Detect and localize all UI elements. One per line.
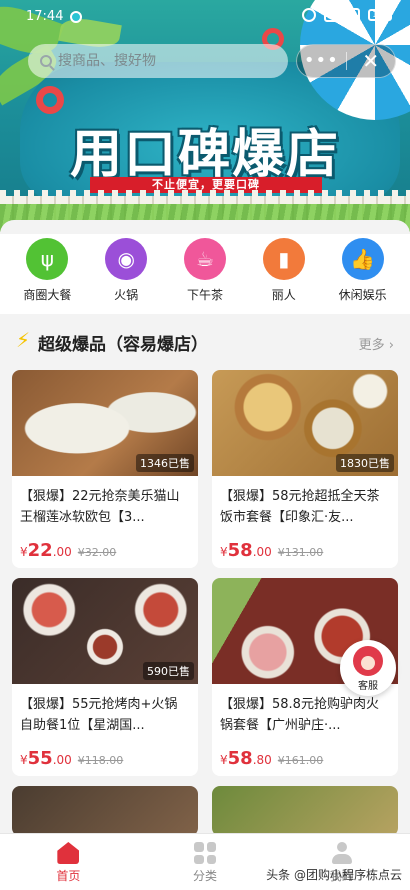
category-item[interactable]: 👍 休闲娱乐 bbox=[328, 234, 398, 314]
product-name: 【狠爆】55元抢烤肉+火锅自助餐1位【星湖国... bbox=[20, 697, 178, 733]
product-name: 【狠爆】58元抢超抵全天茶饭市套餐【印象汇·友... bbox=[220, 489, 380, 525]
status-time: 17:44 bbox=[26, 9, 64, 24]
price-decimal: .80 bbox=[252, 753, 272, 767]
category-item[interactable]: ▮ 丽人 bbox=[249, 234, 319, 314]
price-row: ¥ 22 .00 ¥32.00 bbox=[12, 534, 198, 561]
lightning-icon: ⚡ bbox=[16, 328, 31, 352]
currency-symbol: ¥ bbox=[220, 753, 228, 767]
search-input[interactable] bbox=[58, 53, 258, 69]
more-link[interactable]: 更多 › bbox=[359, 334, 394, 353]
price-decimal: .00 bbox=[52, 753, 72, 767]
product-card[interactable]: 1346已售 【狠爆】22元抢奈美乐猫山王榴莲冰软欧包【3... ¥ 22 .0… bbox=[12, 370, 198, 568]
price-row: ¥ 58 .00 ¥131.00 bbox=[212, 534, 398, 561]
category-label: 丽人 bbox=[271, 288, 296, 302]
status-icons: 100 bbox=[302, 8, 392, 22]
currency-symbol: ¥ bbox=[20, 753, 28, 767]
product-image: 1346已售 bbox=[12, 370, 198, 476]
tab-category[interactable]: 分类 bbox=[137, 834, 274, 890]
sold-count: 1346已售 bbox=[136, 454, 194, 472]
drink-icon: ☕ bbox=[183, 238, 226, 280]
close-button[interactable]: ✕ bbox=[346, 46, 395, 76]
category-row: ψ 商圈大餐 ◉ 火锅 ☕ 下午茶 ▮ 丽人 👍 休闲娱乐 bbox=[0, 234, 410, 314]
price-value: 58 bbox=[227, 748, 253, 769]
swim-ring-decoration bbox=[36, 86, 64, 114]
search-bar[interactable] bbox=[28, 44, 288, 78]
price-row: ¥ 55 .00 ¥118.00 bbox=[12, 742, 198, 769]
currency-symbol: ¥ bbox=[20, 545, 28, 559]
category-label: 火锅 bbox=[114, 288, 139, 302]
tab-label: 首页 bbox=[56, 869, 81, 883]
user-icon bbox=[331, 842, 353, 864]
category-item[interactable]: ☕ 下午茶 bbox=[170, 234, 240, 314]
original-price: ¥131.00 bbox=[277, 546, 324, 559]
price-value: 58 bbox=[227, 540, 253, 561]
utensils-icon: ψ bbox=[26, 238, 69, 280]
search-icon bbox=[40, 55, 52, 67]
category-item[interactable]: ◉ 火锅 bbox=[91, 234, 161, 314]
battery-icon: 100 bbox=[368, 9, 392, 21]
product-image: 1830已售 bbox=[212, 370, 398, 476]
thumbs-up-icon: 👍 bbox=[341, 238, 384, 280]
product-card[interactable] bbox=[12, 786, 198, 836]
watermark-text: 头条 @团购小程序栋点云 bbox=[266, 868, 402, 882]
banner-title: 用口碑爆店 bbox=[69, 125, 340, 185]
tab-label: 分类 bbox=[193, 869, 218, 883]
sold-count: 590已售 bbox=[143, 662, 194, 680]
product-card[interactable] bbox=[212, 786, 398, 836]
promo-banner[interactable]: 用口碑爆店 不止便宜，更要口碑 bbox=[0, 0, 410, 232]
price-value: 55 bbox=[27, 748, 53, 769]
original-price: ¥161.00 bbox=[277, 754, 324, 767]
sold-count: 1830已售 bbox=[336, 454, 394, 472]
category-label: 休闲娱乐 bbox=[338, 288, 387, 302]
price-value: 22 bbox=[27, 540, 53, 561]
original-price: ¥32.00 bbox=[77, 546, 117, 559]
status-bar: 17:44 100 bbox=[0, 0, 410, 34]
product-image bbox=[12, 786, 198, 836]
price-decimal: .00 bbox=[252, 545, 272, 559]
currency-symbol: ¥ bbox=[220, 545, 228, 559]
more-label: 更多 bbox=[358, 338, 385, 353]
category-label: 下午茶 bbox=[186, 288, 223, 302]
more-menu-button[interactable]: ••• bbox=[297, 46, 346, 76]
category-grid-icon bbox=[194, 842, 216, 864]
price-decimal: .00 bbox=[52, 545, 72, 559]
product-image bbox=[212, 786, 398, 836]
product-name: 【狠爆】22元抢奈美乐猫山王榴莲冰软欧包【3... bbox=[20, 489, 180, 525]
product-card[interactable]: 1830已售 【狠爆】58元抢超抵全天茶饭市套餐【印象汇·友... ¥ 58 .… bbox=[212, 370, 398, 568]
category-item[interactable]: ψ 商圈大餐 bbox=[12, 234, 82, 314]
lipstick-icon: ▮ bbox=[262, 238, 305, 280]
customer-service-icon bbox=[353, 646, 383, 676]
tab-home[interactable]: 首页 bbox=[0, 834, 137, 890]
app-notification-icon bbox=[70, 11, 82, 23]
chevron-right-icon: › bbox=[388, 338, 394, 353]
home-icon bbox=[57, 842, 80, 864]
section-title: 超级爆品（容易爆店） bbox=[38, 335, 208, 355]
original-price: ¥118.00 bbox=[77, 754, 124, 767]
signal-icon bbox=[346, 8, 360, 22]
price-row: ¥ 58 .80 ¥161.00 bbox=[212, 742, 398, 769]
section-header: ⚡ 超级爆品（容易爆店） 更多 › bbox=[0, 322, 410, 358]
product-card[interactable]: 590已售 【狠爆】55元抢烤肉+火锅自助餐1位【星湖国... ¥ 55 .00… bbox=[12, 578, 198, 776]
product-image: 590已售 bbox=[12, 578, 198, 684]
miniprogram-capsule: ••• ✕ bbox=[296, 44, 396, 78]
alarm-icon bbox=[302, 8, 316, 22]
category-label: 商圈大餐 bbox=[23, 288, 72, 302]
hotpot-icon: ◉ bbox=[105, 238, 148, 280]
customer-service-label: 客服 bbox=[358, 681, 378, 692]
customer-service-button[interactable]: 客服 bbox=[340, 640, 396, 696]
wifi-icon bbox=[324, 8, 338, 22]
main-content: ψ 商圈大餐 ◉ 火锅 ☕ 下午茶 ▮ 丽人 👍 休闲娱乐 ⚡ 超级爆品（容易爆… bbox=[0, 220, 410, 840]
